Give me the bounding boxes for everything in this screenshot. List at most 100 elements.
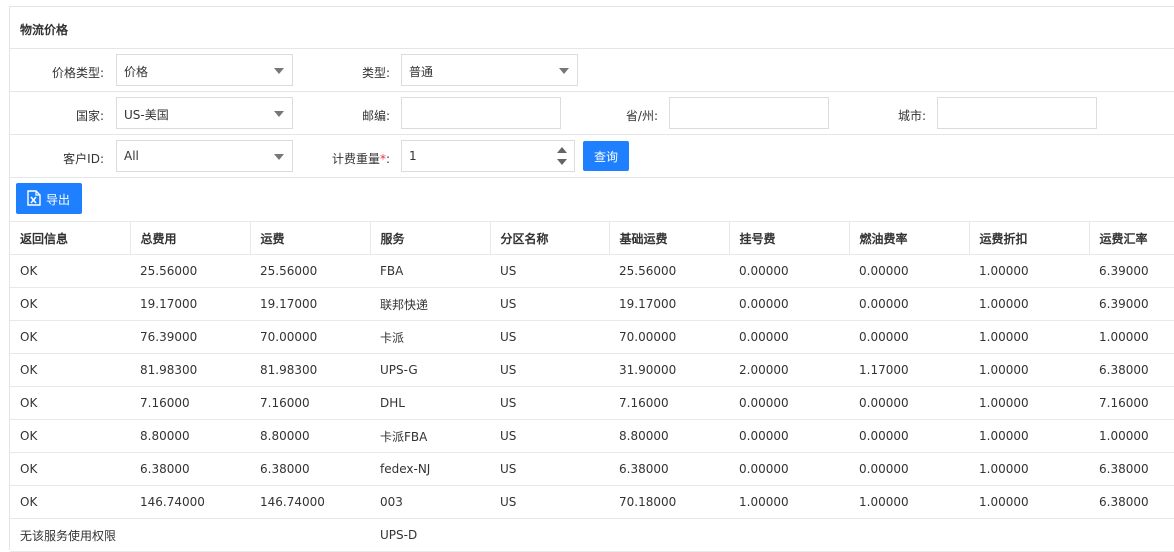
cell-service: UPS-D <box>370 518 490 552</box>
weight-value: 1 <box>409 149 417 163</box>
cell-exchange-rate: 6.38000 <box>1089 485 1174 519</box>
cell-total-fee: 76.39000 <box>130 320 250 354</box>
chevron-down-icon <box>559 68 569 74</box>
cell-base-freight: 31.90000 <box>609 353 729 387</box>
customer-select[interactable]: All <box>116 140 293 172</box>
cell-service: DHL <box>370 386 490 420</box>
cell-total-fee <box>130 518 250 552</box>
cell-freight: 25.56000 <box>250 254 370 288</box>
table-row: 无该服务使用权限 UPS-D <box>10 518 1174 552</box>
cell-return-info: OK <box>10 320 130 354</box>
zip-input[interactable] <box>401 97 561 129</box>
cell-registration-fee: 0.00000 <box>729 254 849 288</box>
table-row: OK 7.16000 7.16000 DHL US 7.16000 0.00000 0.000… <box>10 386 1174 420</box>
table-row: OK 8.80000 8.80000 卡派FBA US 8.80000 0.00000 0.0… <box>10 419 1174 453</box>
cell-base-freight: 70.00000 <box>609 320 729 354</box>
cell-return-info: OK <box>10 386 130 420</box>
logistics-price-panel: 物流价格 价格类型: 价格 类型: 普通 国家: US-美国 邮编: 省/州: … <box>9 6 1174 552</box>
column-header-return-info: 返回信息 <box>10 221 130 255</box>
chevron-down-icon <box>274 154 284 160</box>
cell-exchange-rate: 1.00000 <box>1089 419 1174 453</box>
province-input[interactable] <box>669 97 829 129</box>
zip-label: 邮编: <box>361 109 390 123</box>
customer-label: 客户ID: <box>63 152 104 166</box>
cell-freight: 70.00000 <box>250 320 370 354</box>
cell-return-info: 无该服务使用权限 <box>10 518 130 552</box>
column-header-zone-name: 分区名称 <box>489 221 609 255</box>
column-header-registration-fee: 挂号费 <box>728 221 849 255</box>
weight-stepper[interactable]: 1 <box>401 140 575 172</box>
cell-total-fee: 146.74000 <box>130 485 250 519</box>
cell-return-info: OK <box>10 485 130 519</box>
column-header-service: 服务 <box>369 221 490 255</box>
cell-exchange-rate: 1.00000 <box>1089 320 1174 354</box>
cell-registration-fee <box>729 518 849 552</box>
cell-base-freight: 7.16000 <box>609 386 729 420</box>
chevron-down-icon <box>274 111 284 117</box>
table-row: OK 146.74000 146.74000 003 US 70.18000 1.00000… <box>10 485 1174 519</box>
cell-freight-discount: 1.00000 <box>969 485 1089 519</box>
cell-registration-fee: 0.00000 <box>729 320 849 354</box>
cell-fuel-rate: 0.00000 <box>849 452 969 486</box>
form-row-customer: 客户ID: All 计费重量*: 1 查询 <box>10 135 1174 178</box>
weight-label-colon: : <box>385 152 390 166</box>
column-header-fuel-rate: 燃油费率 <box>848 221 969 255</box>
cell-freight-discount: 1.00000 <box>969 254 1089 288</box>
cell-freight: 146.74000 <box>250 485 370 519</box>
increment-arrow-icon[interactable] <box>557 147 567 153</box>
cell-zone-name: US <box>490 419 609 453</box>
cell-fuel-rate <box>849 518 969 552</box>
weight-label: 计费重量*: <box>310 150 390 167</box>
table-row: OK 76.39000 70.00000 卡派 US 70.00000 0.00000 0.0… <box>10 320 1174 354</box>
price-type-select[interactable]: 价格 <box>116 54 293 86</box>
cell-exchange-rate <box>1089 518 1174 552</box>
form-row-price-type: 价格类型: 价格 类型: 普通 <box>10 49 1174 92</box>
cell-registration-fee: 0.00000 <box>729 452 849 486</box>
cell-total-fee: 19.17000 <box>130 287 250 321</box>
cell-zone-name: US <box>490 254 609 288</box>
cell-total-fee: 7.16000 <box>130 386 250 420</box>
cell-return-info: OK <box>10 452 130 486</box>
column-header-base-freight: 基础运费 <box>608 221 729 255</box>
price-table: 返回信息 总费用 运费 服务 分区名称 基础运费 挂号费 燃油费率 运费折扣 运费汇率 OK 25.… <box>10 221 1174 552</box>
cell-registration-fee: 0.00000 <box>729 386 849 420</box>
cell-registration-fee: 0.00000 <box>729 419 849 453</box>
cell-freight: 81.98300 <box>250 353 370 387</box>
cell-freight-discount: 1.00000 <box>969 320 1089 354</box>
cell-base-freight: 19.17000 <box>609 287 729 321</box>
type-label: 类型: <box>361 66 390 80</box>
column-header-freight-discount: 运费折扣 <box>968 221 1089 255</box>
cell-freight: 6.38000 <box>250 452 370 486</box>
cell-fuel-rate: 1.00000 <box>849 485 969 519</box>
cell-fuel-rate: 0.00000 <box>849 254 969 288</box>
price-type-value: 价格 <box>124 65 149 79</box>
cell-freight-discount: 1.00000 <box>969 386 1089 420</box>
cell-freight-discount <box>969 518 1089 552</box>
cell-registration-fee: 1.00000 <box>729 485 849 519</box>
cell-freight-discount: 1.00000 <box>969 353 1089 387</box>
column-header-total-fee: 总费用 <box>129 221 250 255</box>
chevron-down-icon <box>274 68 284 74</box>
cell-registration-fee: 0.00000 <box>729 287 849 321</box>
cell-total-fee: 6.38000 <box>130 452 250 486</box>
cell-registration-fee: 2.00000 <box>729 353 849 387</box>
weight-label-text: 计费重量 <box>331 152 380 166</box>
country-select[interactable]: US-美国 <box>116 97 293 129</box>
city-input[interactable] <box>937 97 1097 129</box>
decrement-arrow-icon[interactable] <box>557 159 567 165</box>
country-label: 国家: <box>75 109 104 123</box>
cell-base-freight: 6.38000 <box>609 452 729 486</box>
export-button[interactable]: 导出 <box>16 183 82 214</box>
cell-zone-name: US <box>490 287 609 321</box>
type-select[interactable]: 普通 <box>401 54 578 86</box>
cell-service: 卡派 <box>370 320 490 354</box>
cell-base-freight: 8.80000 <box>609 419 729 453</box>
panel-title: 物流价格 <box>20 23 69 37</box>
cell-exchange-rate: 7.16000 <box>1089 386 1174 420</box>
customer-value: All <box>124 149 139 163</box>
cell-base-freight <box>609 518 729 552</box>
city-label: 城市: <box>897 109 926 123</box>
query-button[interactable]: 查询 <box>583 141 629 171</box>
form-row-address: 国家: US-美国 邮编: 省/州: 城市: <box>10 92 1174 135</box>
cell-service: 003 <box>370 485 490 519</box>
